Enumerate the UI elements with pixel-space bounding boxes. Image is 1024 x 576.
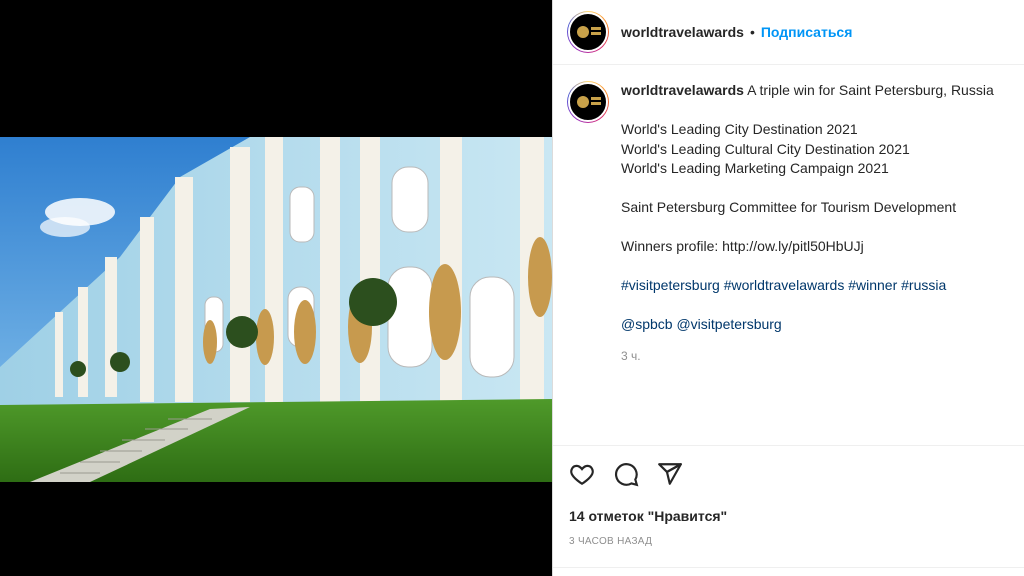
- post-side-panel: worldtravelawards • Подписаться worldtra…: [552, 0, 1024, 576]
- mentions-line[interactable]: @spbcb @visitpetersburg: [621, 315, 1010, 335]
- wta-logo-icon: [568, 12, 608, 52]
- action-icons: [569, 458, 1008, 490]
- caption-intro: A triple win for Saint Petersburg, Russi…: [747, 82, 994, 98]
- post-author-username[interactable]: worldtravelawards: [621, 24, 744, 40]
- winners-profile-line: Winners profile: http://ow.ly/pitl50HbUJ…: [621, 238, 864, 254]
- comment-bar-edge: [553, 567, 1024, 576]
- caption-timestamp[interactable]: 3 ч.: [621, 347, 1010, 367]
- author-avatar[interactable]: [567, 11, 609, 53]
- award-line: World's Leading Marketing Campaign 2021: [621, 160, 889, 176]
- post-media[interactable]: [0, 0, 552, 576]
- post-header: worldtravelawards • Подписаться: [553, 0, 1024, 65]
- instagram-post-view: worldtravelawards • Подписаться worldtra…: [0, 0, 1024, 576]
- share-icon[interactable]: [657, 461, 683, 487]
- likes-count[interactable]: 14 отметок "Нравится": [569, 508, 1008, 524]
- caption-username[interactable]: worldtravelawards: [621, 82, 744, 98]
- hashtags-line[interactable]: #visitpetersburg #worldtravelawards #win…: [621, 276, 1010, 296]
- caption-first-line: worldtravelawards A triple win for Saint…: [621, 81, 1010, 101]
- separator-dot: •: [749, 24, 755, 40]
- award-line: World's Leading City Destination 2021: [621, 121, 858, 137]
- award-line: World's Leading Cultural City Destinatio…: [621, 140, 910, 157]
- caption-section: worldtravelawards A triple win for Saint…: [553, 65, 1024, 366]
- comment-icon[interactable]: [613, 461, 639, 487]
- post-actions: 14 отметок "Нравится" 3 часов назад: [553, 445, 1024, 547]
- follow-button[interactable]: Подписаться: [761, 24, 853, 40]
- wta-logo-icon: [568, 82, 608, 122]
- heart-icon[interactable]: [569, 461, 595, 487]
- posted-ago: 3 часов назад: [569, 536, 653, 547]
- caption-author-avatar[interactable]: [567, 81, 609, 123]
- caption-text: worldtravelawards A triple win for Saint…: [621, 81, 1010, 366]
- committee-line: Saint Petersburg Committee for Tourism D…: [621, 199, 957, 215]
- palace-photo: [0, 137, 552, 482]
